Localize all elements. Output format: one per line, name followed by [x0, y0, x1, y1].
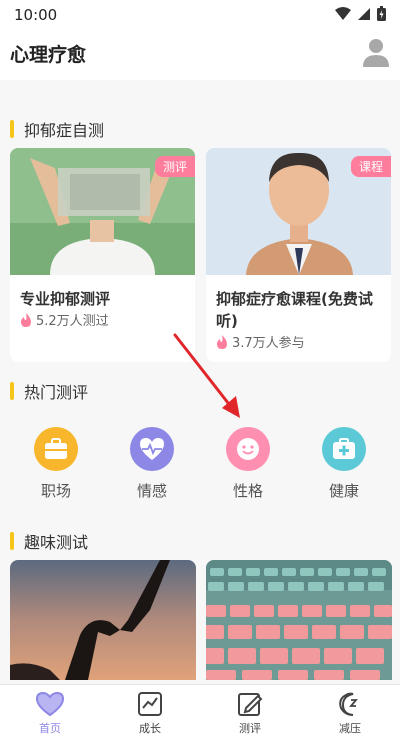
tab-label: 测评 — [239, 722, 261, 735]
wifi-icon — [335, 6, 351, 20]
medical-kit-icon — [322, 427, 366, 471]
section-title-fun: 趣味测试 — [10, 529, 88, 553]
briefcase-icon — [34, 427, 78, 471]
status-time: 10:00 — [14, 6, 58, 24]
fun-test-card-stadium-seats[interactable] — [206, 560, 392, 680]
card-title: 抑郁症疗愈课程(免费试听) — [216, 290, 373, 330]
tab-label: 成长 — [139, 722, 161, 735]
tab-label: 首页 — [39, 722, 61, 735]
tab-growth[interactable]: 成长 — [100, 685, 200, 743]
heart-pulse-icon — [130, 427, 174, 471]
card-title: 专业抑郁测评 — [20, 290, 111, 308]
category-label: 性格 — [232, 482, 263, 500]
status-icons — [335, 6, 386, 21]
smile-icon — [226, 427, 270, 471]
moon-icon — [339, 692, 358, 716]
course-card-depression-healing[interactable]: 课程 抑郁症疗愈课程(免费试听) 3.7万人参与 — [206, 148, 391, 362]
battery-icon — [377, 6, 386, 21]
category-personality[interactable]: 性格 — [218, 427, 278, 501]
tab-assessment[interactable]: 测评 — [200, 685, 300, 743]
card-tag: 课程 — [350, 156, 391, 177]
fire-icon — [217, 334, 227, 349]
edit-icon — [238, 693, 263, 716]
section-title-text: 抑郁症自测 — [24, 121, 105, 140]
main-content: 抑郁症自测 测评 专业抑郁测评 5.2万人测过 课程 抑郁症疗愈课程(免费试听)… — [0, 80, 400, 684]
section-marker — [10, 532, 14, 550]
bottom-tab-bar: 首页 成长 测评 减压 — [0, 684, 400, 743]
section-marker — [10, 120, 14, 138]
category-health[interactable]: 健康 — [314, 427, 374, 501]
card-participants: 3.7万人参与 — [216, 332, 305, 351]
page-title: 心理疗愈 — [10, 44, 87, 66]
status-bar: 10:00 — [0, 0, 400, 30]
section-title-depression: 抑郁症自测 — [10, 117, 104, 141]
tab-label: 减压 — [339, 722, 361, 735]
tab-home[interactable]: 首页 — [0, 685, 100, 743]
heart-icon — [35, 691, 65, 717]
tab-relax[interactable]: 减压 — [300, 685, 400, 743]
section-marker — [10, 382, 14, 400]
app-header: 心理疗愈 — [0, 30, 400, 80]
test-card-depression[interactable]: 测评 专业抑郁测评 5.2万人测过 — [10, 148, 195, 362]
fire-icon — [21, 312, 31, 327]
signal-icon — [358, 7, 370, 20]
user-avatar-icon[interactable] — [362, 38, 390, 68]
chart-icon — [138, 692, 162, 716]
card-participants: 5.2万人测过 — [20, 310, 109, 329]
section-title-text: 热门测评 — [24, 383, 89, 402]
section-title-hot: 热门测评 — [10, 379, 88, 403]
section-title-text: 趣味测试 — [24, 533, 89, 552]
category-label: 情感 — [136, 482, 167, 500]
category-label: 健康 — [328, 482, 359, 500]
card-tag: 测评 — [154, 156, 195, 177]
category-emotion[interactable]: 情感 — [122, 427, 182, 501]
participants-count: 3.7万人参与 — [232, 336, 305, 351]
fun-test-card-couple[interactable] — [10, 560, 196, 680]
category-workplace[interactable]: 职场 — [26, 427, 86, 501]
category-label: 职场 — [40, 482, 71, 500]
participants-count: 5.2万人测过 — [36, 314, 109, 329]
